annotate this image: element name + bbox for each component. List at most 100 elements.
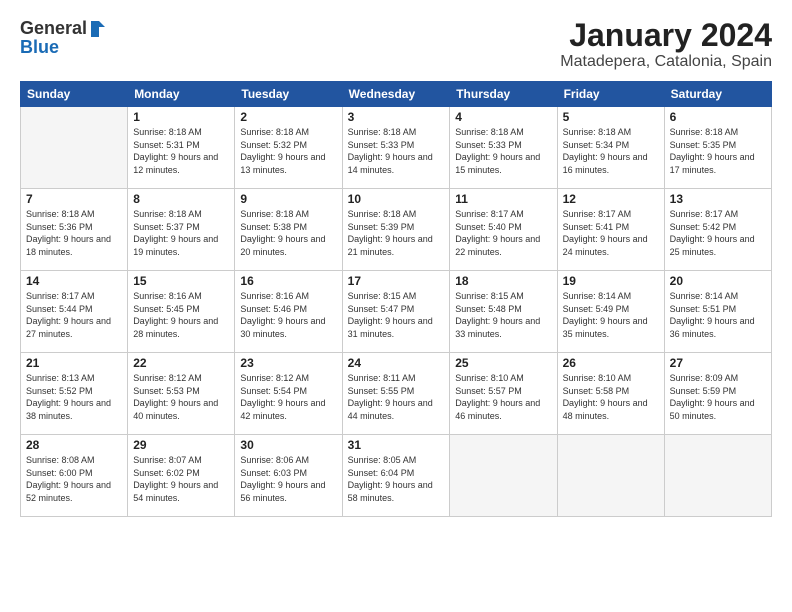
day-number: 12: [563, 192, 659, 206]
day-info: Sunrise: 8:18 AMSunset: 5:33 PMDaylight:…: [455, 126, 551, 176]
table-row: 27 Sunrise: 8:09 AMSunset: 5:59 PMDayligh…: [664, 353, 771, 435]
day-number: 24: [348, 356, 445, 370]
day-number: 4: [455, 110, 551, 124]
day-number: 2: [240, 110, 336, 124]
day-number: 7: [26, 192, 122, 206]
day-info: Sunrise: 8:18 AMSunset: 5:39 PMDaylight:…: [348, 208, 445, 258]
page: General Blue January 2024 Matadepera, Ca…: [0, 0, 792, 612]
col-tuesday: Tuesday: [235, 82, 342, 107]
day-info: Sunrise: 8:16 AMSunset: 5:45 PMDaylight:…: [133, 290, 229, 340]
table-row: [664, 435, 771, 517]
day-info: Sunrise: 8:18 AMSunset: 5:31 PMDaylight:…: [133, 126, 229, 176]
calendar-week-row: 7 Sunrise: 8:18 AMSunset: 5:36 PMDaylight…: [21, 189, 772, 271]
table-row: 4 Sunrise: 8:18 AMSunset: 5:33 PMDaylight…: [450, 107, 557, 189]
table-row: 31 Sunrise: 8:05 AMSunset: 6:04 PMDayligh…: [342, 435, 450, 517]
col-wednesday: Wednesday: [342, 82, 450, 107]
table-row: 9 Sunrise: 8:18 AMSunset: 5:38 PMDaylight…: [235, 189, 342, 271]
table-row: 19Sunrise: 8:14 AMSunset: 5:49 PMDayligh…: [557, 271, 664, 353]
table-row: 10 Sunrise: 8:18 AMSunset: 5:39 PMDayligh…: [342, 189, 450, 271]
table-row: 2 Sunrise: 8:18 AMSunset: 5:32 PMDaylight…: [235, 107, 342, 189]
day-number: 14: [26, 274, 122, 288]
day-info: Sunrise: 8:09 AMSunset: 5:59 PMDaylight:…: [670, 372, 766, 422]
table-row: 20 Sunrise: 8:14 AMSunset: 5:51 PMDayligh…: [664, 271, 771, 353]
day-number: 3: [348, 110, 445, 124]
col-friday: Friday: [557, 82, 664, 107]
table-row: 15Sunrise: 8:16 AMSunset: 5:45 PMDayligh…: [128, 271, 235, 353]
table-row: 14 Sunrise: 8:17 AMSunset: 5:44 PMDayligh…: [21, 271, 128, 353]
header: General Blue January 2024 Matadepera, Ca…: [20, 18, 772, 71]
calendar-week-row: 1 Sunrise: 8:18 AMSunset: 5:31 PMDaylight…: [21, 107, 772, 189]
calendar-header-row: Sunday Monday Tuesday Wednesday Thursday…: [21, 82, 772, 107]
day-info: Sunrise: 8:10 AMSunset: 5:58 PMDaylight:…: [563, 372, 659, 422]
day-number: 18: [455, 274, 551, 288]
col-saturday: Saturday: [664, 82, 771, 107]
table-row: 24 Sunrise: 8:11 AMSunset: 5:55 PMDayligh…: [342, 353, 450, 435]
table-row: 8Sunrise: 8:18 AMSunset: 5:37 PMDaylight…: [128, 189, 235, 271]
calendar-table: Sunday Monday Tuesday Wednesday Thursday…: [20, 81, 772, 517]
day-number: 22: [133, 356, 229, 370]
day-info: Sunrise: 8:18 AMSunset: 5:37 PMDaylight:…: [133, 208, 229, 258]
day-info: Sunrise: 8:14 AMSunset: 5:51 PMDaylight:…: [670, 290, 766, 340]
day-number: 20: [670, 274, 766, 288]
table-row: 11Sunrise: 8:17 AMSunset: 5:40 PMDayligh…: [450, 189, 557, 271]
table-row: 12 Sunrise: 8:17 AMSunset: 5:41 PMDayligh…: [557, 189, 664, 271]
day-info: Sunrise: 8:17 AMSunset: 5:42 PMDaylight:…: [670, 208, 766, 258]
day-number: 28: [26, 438, 122, 452]
table-row: 30Sunrise: 8:06 AMSunset: 6:03 PMDayligh…: [235, 435, 342, 517]
day-info: Sunrise: 8:15 AMSunset: 5:48 PMDaylight:…: [455, 290, 551, 340]
day-number: 21: [26, 356, 122, 370]
day-number: 30: [240, 438, 336, 452]
logo-general-text: General: [20, 18, 87, 39]
table-row: 25 Sunrise: 8:10 AMSunset: 5:57 PMDayligh…: [450, 353, 557, 435]
table-row: 3 Sunrise: 8:18 AMSunset: 5:33 PMDaylight…: [342, 107, 450, 189]
table-row: 18 Sunrise: 8:15 AMSunset: 5:48 PMDayligh…: [450, 271, 557, 353]
day-info: Sunrise: 8:07 AMSunset: 6:02 PMDaylight:…: [133, 454, 229, 504]
day-number: 26: [563, 356, 659, 370]
logo-blue-text: Blue: [20, 37, 105, 58]
day-info: Sunrise: 8:18 AMSunset: 5:38 PMDaylight:…: [240, 208, 336, 258]
day-number: 17: [348, 274, 445, 288]
day-info: Sunrise: 8:17 AMSunset: 5:44 PMDaylight:…: [26, 290, 122, 340]
day-number: 11: [455, 192, 551, 206]
day-info: Sunrise: 8:18 AMSunset: 5:34 PMDaylight:…: [563, 126, 659, 176]
day-number: 19: [563, 274, 659, 288]
day-info: Sunrise: 8:05 AMSunset: 6:04 PMDaylight:…: [348, 454, 445, 504]
day-number: 1: [133, 110, 229, 124]
logo: General Blue: [20, 18, 105, 58]
subtitle: Matadepera, Catalonia, Spain: [560, 53, 772, 71]
day-info: Sunrise: 8:18 AMSunset: 5:32 PMDaylight:…: [240, 126, 336, 176]
day-number: 16: [240, 274, 336, 288]
table-row: 29 Sunrise: 8:07 AMSunset: 6:02 PMDayligh…: [128, 435, 235, 517]
table-row: 13Sunrise: 8:17 AMSunset: 5:42 PMDayligh…: [664, 189, 771, 271]
day-number: 27: [670, 356, 766, 370]
day-info: Sunrise: 8:11 AMSunset: 5:55 PMDaylight:…: [348, 372, 445, 422]
table-row: 7 Sunrise: 8:18 AMSunset: 5:36 PMDaylight…: [21, 189, 128, 271]
table-row: 22Sunrise: 8:12 AMSunset: 5:53 PMDayligh…: [128, 353, 235, 435]
day-info: Sunrise: 8:10 AMSunset: 5:57 PMDaylight:…: [455, 372, 551, 422]
table-row: 16 Sunrise: 8:16 AMSunset: 5:46 PMDayligh…: [235, 271, 342, 353]
table-row: [21, 107, 128, 189]
table-row: 17 Sunrise: 8:15 AMSunset: 5:47 PMDayligh…: [342, 271, 450, 353]
day-number: 29: [133, 438, 229, 452]
day-info: Sunrise: 8:18 AMSunset: 5:33 PMDaylight:…: [348, 126, 445, 176]
table-row: 21 Sunrise: 8:13 AMSunset: 5:52 PMDayligh…: [21, 353, 128, 435]
day-number: 25: [455, 356, 551, 370]
calendar-week-row: 14 Sunrise: 8:17 AMSunset: 5:44 PMDayligh…: [21, 271, 772, 353]
day-number: 5: [563, 110, 659, 124]
day-info: Sunrise: 8:13 AMSunset: 5:52 PMDaylight:…: [26, 372, 122, 422]
day-number: 9: [240, 192, 336, 206]
day-info: Sunrise: 8:16 AMSunset: 5:46 PMDaylight:…: [240, 290, 336, 340]
day-number: 31: [348, 438, 445, 452]
col-sunday: Sunday: [21, 82, 128, 107]
logo-flag-icon: [89, 21, 105, 37]
table-row: 28Sunrise: 8:08 AMSunset: 6:00 PMDayligh…: [21, 435, 128, 517]
col-monday: Monday: [128, 82, 235, 107]
day-number: 6: [670, 110, 766, 124]
table-row: 6Sunrise: 8:18 AMSunset: 5:35 PMDaylight…: [664, 107, 771, 189]
day-number: 10: [348, 192, 445, 206]
day-info: Sunrise: 8:15 AMSunset: 5:47 PMDaylight:…: [348, 290, 445, 340]
title-block: January 2024 Matadepera, Catalonia, Spai…: [560, 18, 772, 71]
day-info: Sunrise: 8:12 AMSunset: 5:54 PMDaylight:…: [240, 372, 336, 422]
day-info: Sunrise: 8:18 AMSunset: 5:36 PMDaylight:…: [26, 208, 122, 258]
day-info: Sunrise: 8:17 AMSunset: 5:41 PMDaylight:…: [563, 208, 659, 258]
